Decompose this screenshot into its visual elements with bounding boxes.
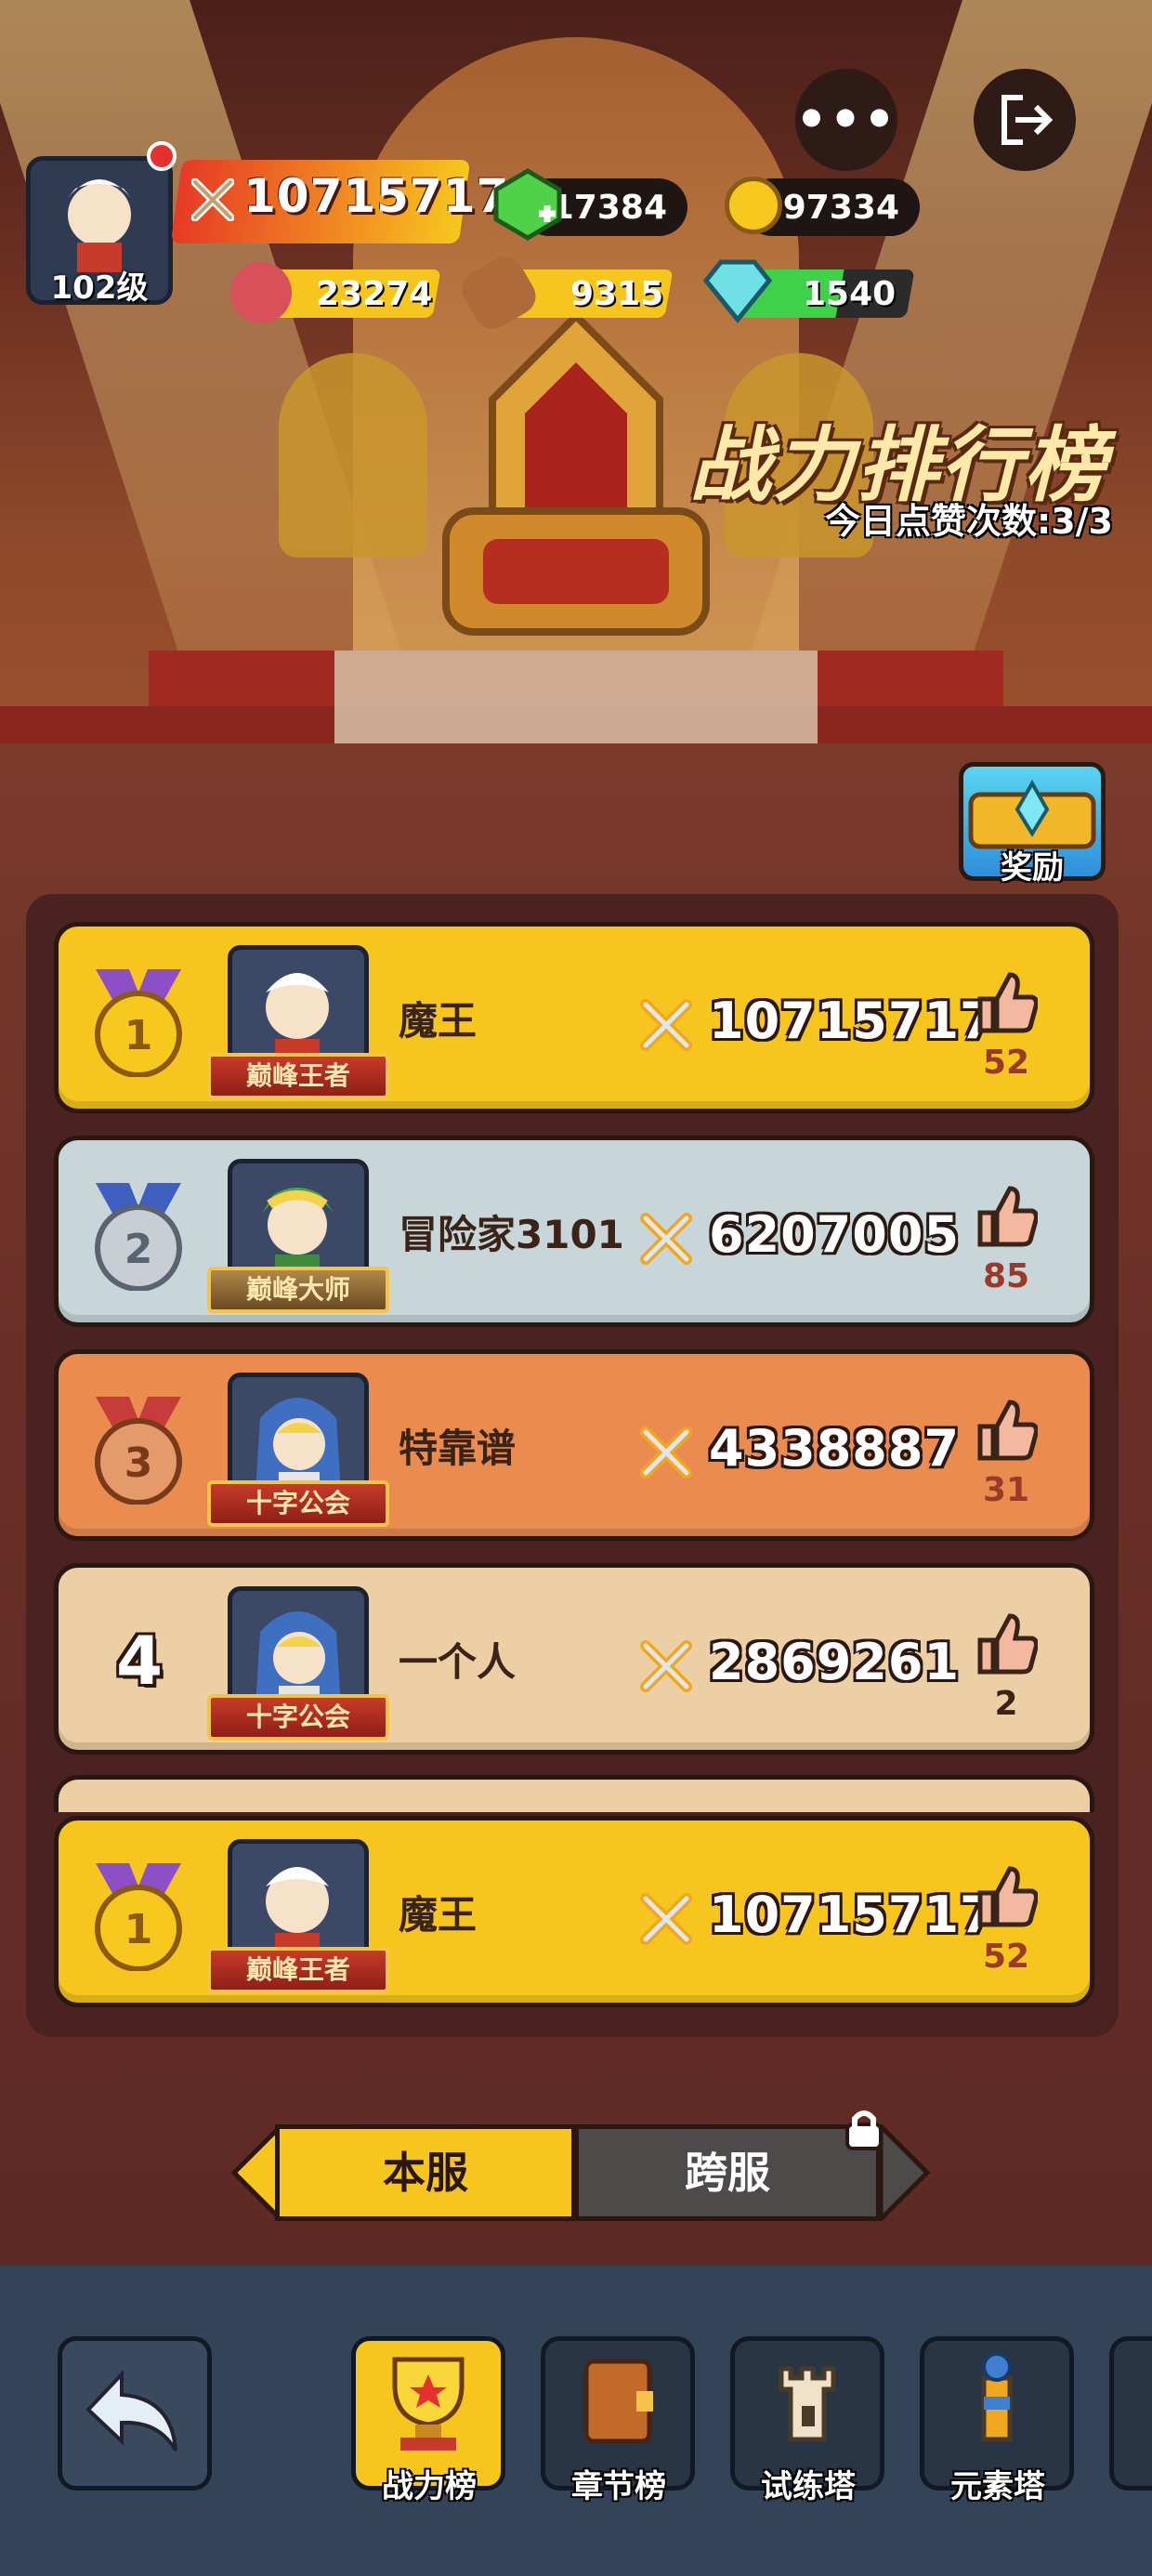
- player-title-banner: 巅峰王者: [207, 1053, 389, 1099]
- svg-text:2: 2: [124, 1226, 153, 1273]
- my-rank-row[interactable]: 1 巅峰王者 魔王 10715717 52: [54, 1816, 1094, 2007]
- thumb-up-icon[interactable]: [973, 1610, 1038, 1676]
- player-name: 一个人: [399, 1639, 517, 1685]
- thumb-up-icon[interactable]: [973, 1397, 1038, 1462]
- gem-icon: [493, 168, 562, 241]
- nav-more-partial[interactable]: [1109, 2336, 1152, 2491]
- thumb-up-icon[interactable]: [973, 1863, 1038, 1928]
- trophy-icon: [392, 2357, 465, 2451]
- ranking-row-5-partial: [54, 1775, 1094, 1812]
- player-title-banner: 十字公会: [207, 1694, 389, 1741]
- player-name: 魔王: [399, 1892, 478, 1938]
- nav-power-rank-label: 战力榜: [382, 2468, 477, 2505]
- reward-label: 奖励: [1001, 849, 1064, 887]
- more-button[interactable]: •••: [795, 69, 897, 171]
- player-name: 魔王: [399, 998, 478, 1044]
- like-count: 52: [982, 1938, 1030, 1976]
- swords-icon: [640, 1426, 692, 1479]
- tab-cross-server[interactable]: 跨服: [574, 2124, 881, 2221]
- rank-number: 4: [116, 1622, 164, 1700]
- ranking-row-3[interactable]: 3 十字公会 特靠谱 4338887 31: [54, 1349, 1094, 1541]
- nav-element-tower-label: 元素塔: [950, 2468, 1045, 2505]
- swords-icon: [640, 1213, 692, 1265]
- like-count: 85: [982, 1257, 1030, 1295]
- meat-value: 23274: [316, 275, 433, 313]
- lock-icon: [845, 2110, 883, 2150]
- tab-local-server[interactable]: 本服: [275, 2124, 576, 2221]
- player-power: 2869261: [709, 1633, 961, 1691]
- svg-text:3: 3: [124, 1439, 153, 1487]
- back-icon: [85, 2369, 177, 2452]
- thumb-up-icon[interactable]: [973, 1183, 1038, 1248]
- crystal-value: 1540: [803, 275, 897, 313]
- like-count: 52: [982, 1044, 1030, 1082]
- silver-medal-icon: 2: [95, 1183, 182, 1291]
- back-button[interactable]: [58, 2336, 212, 2491]
- book-icon: [583, 2359, 653, 2444]
- player-name: 特靠谱: [399, 1426, 517, 1471]
- gold-medal-icon: 1: [95, 1863, 182, 1971]
- ranking-row-1[interactable]: 1 巅峰王者 魔王 10715717 52: [54, 922, 1094, 1113]
- hero-portrait-icon: [68, 179, 131, 272]
- toggle-right-arrow: [878, 2124, 931, 2221]
- chest-icon: [968, 779, 1096, 849]
- wood-value: 9315: [570, 275, 664, 313]
- player-level: 102级: [50, 269, 149, 307]
- player-power: 4338887: [709, 1419, 961, 1478]
- player-title-banner: 十字公会: [207, 1480, 389, 1527]
- more-icon: •••: [795, 90, 897, 149]
- like-count: 2: [994, 1685, 1018, 1723]
- swords-icon: [640, 999, 692, 1051]
- player-power: 10715717: [709, 1886, 996, 1944]
- thumb-up-icon[interactable]: [973, 969, 1038, 1034]
- swords-icon: [640, 1893, 692, 1945]
- exit-icon: [1001, 95, 1054, 145]
- player-power: 10715717: [709, 992, 996, 1050]
- gold-medal-icon: 1: [95, 969, 182, 1077]
- likes-today: 今日点赞次数:3/3: [825, 501, 1113, 542]
- svg-text:1: 1: [124, 1012, 153, 1059]
- exit-button[interactable]: [974, 69, 1076, 171]
- swords-icon: [640, 1640, 692, 1692]
- player-power: 6207005: [709, 1205, 961, 1264]
- element-tower-icon: [981, 2352, 1013, 2442]
- tower-icon: [779, 2366, 836, 2442]
- player-power: 10715717: [243, 169, 510, 223]
- like-count: 31: [982, 1471, 1030, 1509]
- nav-trial-tower-label: 试练塔: [761, 2468, 856, 2505]
- crystal-icon: [702, 259, 773, 323]
- coin-icon: [725, 177, 782, 234]
- nav-chapter-rank-label: 章节榜: [571, 2468, 666, 2505]
- gems-value: 17384: [550, 188, 667, 227]
- svg-text:1: 1: [124, 1906, 153, 1953]
- swords-icon: [191, 178, 234, 221]
- notification-dot: [147, 141, 177, 171]
- player-name: 冒险家3101: [399, 1212, 624, 1257]
- player-title-banner: 巅峰大师: [207, 1267, 389, 1313]
- ranking-row-4[interactable]: 4 十字公会 一个人 2869261 2: [54, 1563, 1094, 1755]
- meat-icon: [230, 262, 292, 323]
- player-title-banner: 巅峰王者: [207, 1947, 389, 1993]
- bronze-medal-icon: 3: [95, 1397, 182, 1505]
- ranking-row-2[interactable]: 2 巅峰大师 冒险家3101 6207005 85: [54, 1136, 1094, 1327]
